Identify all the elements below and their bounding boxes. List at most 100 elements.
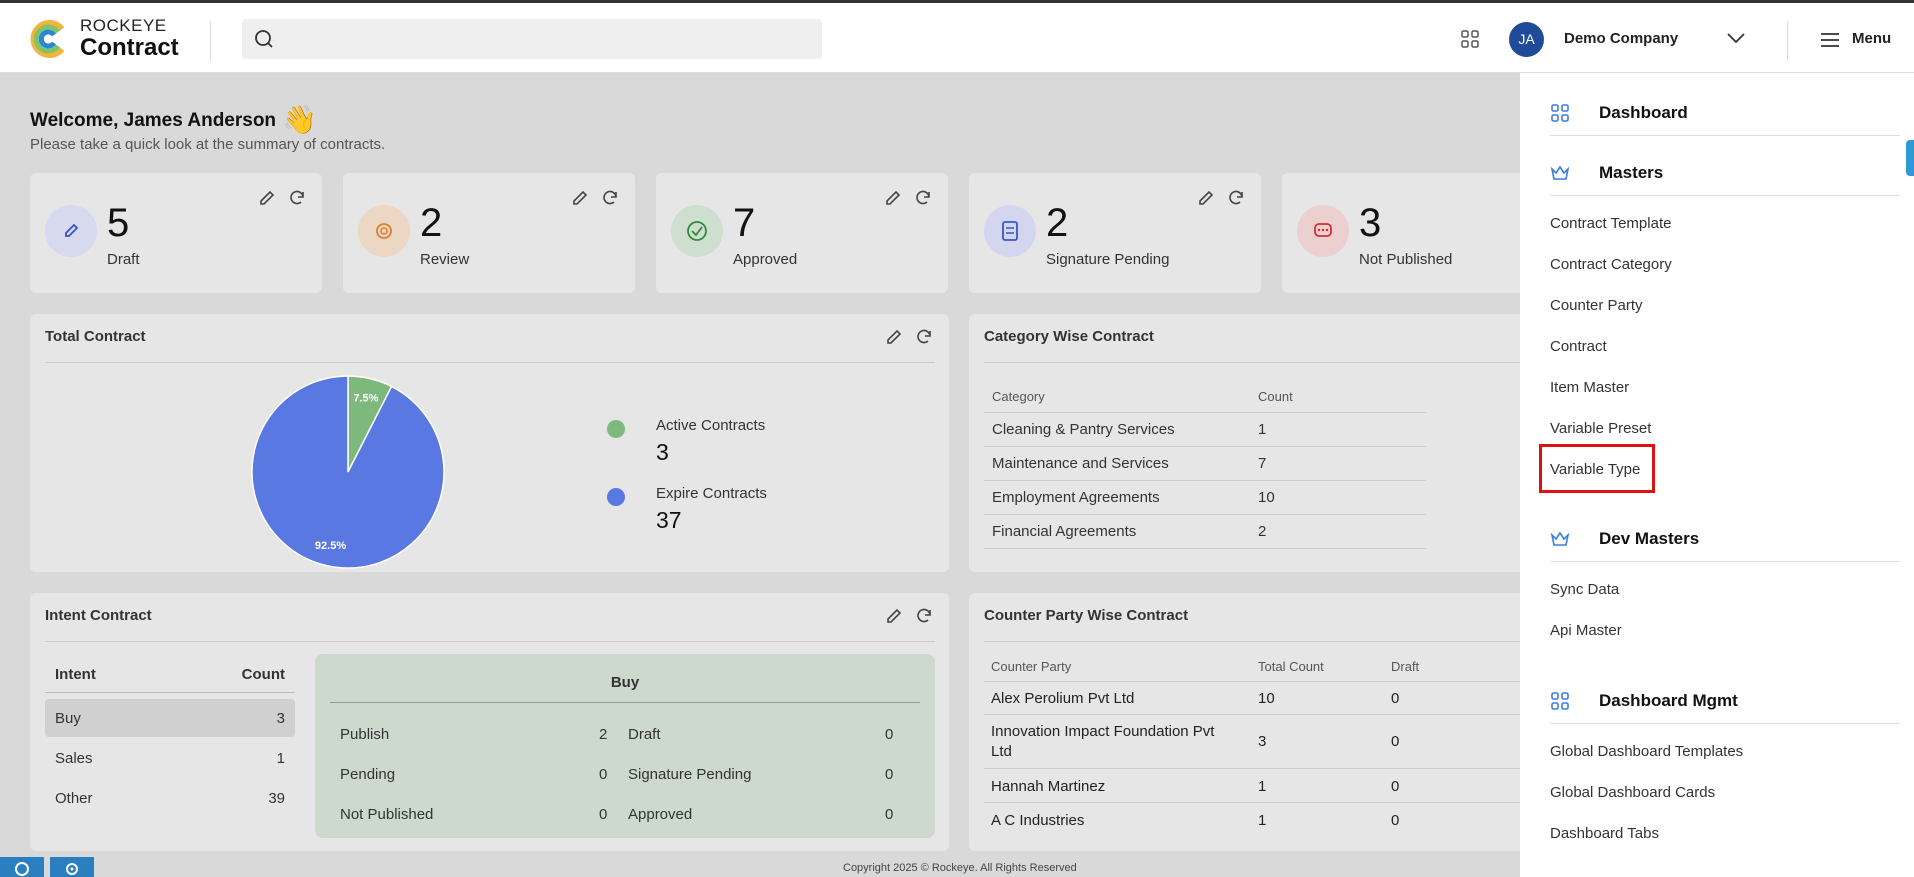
divider (210, 21, 211, 61)
menu-item-api-master[interactable]: Api Master (1550, 622, 1622, 639)
stat-card-draft[interactable]: 5 Draft (30, 173, 322, 293)
menu-item-contract-template[interactable]: Contract Template (1550, 215, 1671, 232)
search-icon (255, 30, 273, 48)
menu-section-dev-masters[interactable]: Dev Masters (1550, 521, 1914, 562)
table-row[interactable]: Innovation Impact Foundation Pvt Ltd 3 0 (984, 715, 1524, 769)
intent-row-buy[interactable]: Buy 3 (45, 699, 295, 737)
pie-chart: 7.5% 92.5% (251, 375, 445, 569)
pie-slice-expire[interactable] (251, 375, 445, 569)
divider (330, 702, 920, 703)
refresh-icon[interactable] (288, 189, 306, 207)
divider (984, 362, 1524, 363)
chevron-down-icon[interactable] (1726, 31, 1746, 45)
search-bar[interactable] (242, 19, 822, 59)
edit-icon[interactable] (884, 189, 902, 207)
side-tab-handle[interactable] (1906, 140, 1914, 176)
company-name[interactable]: Demo Company (1564, 30, 1678, 47)
stat-label: Not Published (1359, 251, 1453, 268)
cell: 2 (1250, 514, 1426, 549)
table-row[interactable]: Maintenance and Services 7 (984, 446, 1426, 481)
menu-item-global-dashboard-templates[interactable]: Global Dashboard Templates (1550, 743, 1743, 760)
detail-value: 0 (885, 766, 894, 783)
table-row[interactable]: Cleaning & Pantry Services 1 (984, 412, 1426, 447)
menu-section-dashboard[interactable]: Dashboard (1550, 95, 1914, 136)
cell: Buy (55, 710, 81, 727)
column-header: Count (241, 666, 285, 683)
hamburger-icon (1821, 33, 1839, 47)
edit-icon[interactable] (258, 189, 276, 207)
highlight-box (1539, 444, 1655, 493)
menu-item-item-master[interactable]: Item Master (1550, 379, 1629, 396)
menu-section-dashboard-mgmt[interactable]: Dashboard Mgmt (1550, 683, 1914, 724)
apps-grid-icon[interactable] (1460, 29, 1480, 49)
detail-label: Pending (340, 766, 396, 783)
crown-icon (1550, 531, 1570, 546)
cell: 39 (268, 790, 285, 807)
menu-item-sync-data[interactable]: Sync Data (1550, 581, 1619, 598)
brand-top: ROCKEYE (80, 16, 167, 35)
cell: Employment Agreements (984, 480, 1250, 515)
edit-icon[interactable] (885, 328, 903, 346)
menu-section-masters[interactable]: Masters (1550, 155, 1914, 196)
stat-card-signature-pending[interactable]: 2 Signature Pending (969, 173, 1261, 293)
intent-contract-panel: Intent Contract Intent Count Buy 3 Sales… (30, 593, 949, 851)
stat-value: 2 (420, 201, 443, 245)
menu-item-global-dashboard-cards[interactable]: Global Dashboard Cards (1550, 784, 1715, 801)
edit-icon[interactable] (885, 607, 903, 625)
settings-button[interactable] (50, 857, 94, 877)
recycle-button[interactable] (0, 857, 44, 877)
refresh-icon[interactable] (1227, 189, 1245, 207)
welcome-subtitle: Please take a quick look at the summary … (30, 136, 386, 153)
cell: Ltd (991, 743, 1012, 760)
cell: 10 (1258, 690, 1275, 707)
stat-label: Draft (107, 251, 140, 268)
column-header: Counter Party (991, 659, 1072, 674)
stat-card-approved[interactable]: 7 Approved (656, 173, 948, 293)
menu-item-contract-category[interactable]: Contract Category (1550, 256, 1672, 273)
panel-title: Intent Contract (45, 607, 152, 624)
brand[interactable]: ROCKEYE Contract (80, 17, 179, 61)
dashboard-icon (1551, 692, 1569, 710)
welcome-text: Welcome, James Anderson (30, 110, 277, 131)
refresh-icon[interactable] (915, 328, 933, 346)
legend-dot-active (607, 420, 625, 438)
intent-row-sales[interactable]: Sales 1 (45, 739, 295, 777)
menu-item-contract[interactable]: Contract (1550, 338, 1607, 355)
panel-title: Total Contract (45, 328, 146, 345)
stat-label: Signature Pending (1046, 251, 1170, 268)
rockeye-logo-icon[interactable] (28, 19, 68, 59)
stat-card-review[interactable]: 2 Review (343, 173, 635, 293)
detail-label: Draft (628, 726, 661, 743)
table-row[interactable]: Hannah Martinez 1 0 (984, 769, 1524, 803)
table-row[interactable]: Employment Agreements 10 (984, 480, 1426, 515)
table-row[interactable]: A C Industries 1 0 (984, 803, 1524, 837)
divider (1550, 135, 1900, 136)
table-header: Intent Count (45, 655, 295, 693)
column-header: Category (984, 382, 1250, 413)
table-row[interactable]: Financial Agreements 2 (984, 514, 1426, 549)
refresh-icon[interactable] (601, 189, 619, 207)
table-row[interactable]: Alex Perolium Pvt Ltd 10 0 (984, 681, 1524, 715)
total-contract-panel: Total Contract 7.5% 92.5% Active Contrac… (30, 314, 949, 572)
wave-icon: 👋 (282, 104, 317, 135)
cell: Innovation Impact Foundation Pvt (991, 723, 1215, 740)
divider (1550, 561, 1900, 562)
detail-label: Approved (628, 806, 693, 823)
detail-label: Publish (340, 726, 390, 743)
column-header: Total Count (1258, 659, 1324, 674)
edit-icon[interactable] (1197, 189, 1215, 207)
refresh-icon[interactable] (914, 189, 932, 207)
refresh-icon[interactable] (915, 607, 933, 625)
edit-icon[interactable] (571, 189, 589, 207)
dashboard-icon (1551, 104, 1569, 122)
header: ROCKEYE Contract JA Demo Company Menu (0, 3, 1914, 73)
menu-item-counter-party[interactable]: Counter Party (1550, 297, 1643, 314)
cell: 3 (1258, 733, 1267, 750)
avatar[interactable]: JA (1509, 22, 1544, 57)
draft-icon (45, 205, 97, 257)
search-input[interactable] (286, 25, 806, 53)
menu-item-variable-preset[interactable]: Variable Preset (1550, 420, 1651, 437)
menu-item-dashboard-tabs[interactable]: Dashboard Tabs (1550, 825, 1659, 842)
intent-row-other[interactable]: Other 39 (45, 779, 295, 817)
legend-dot-expire (607, 488, 625, 506)
